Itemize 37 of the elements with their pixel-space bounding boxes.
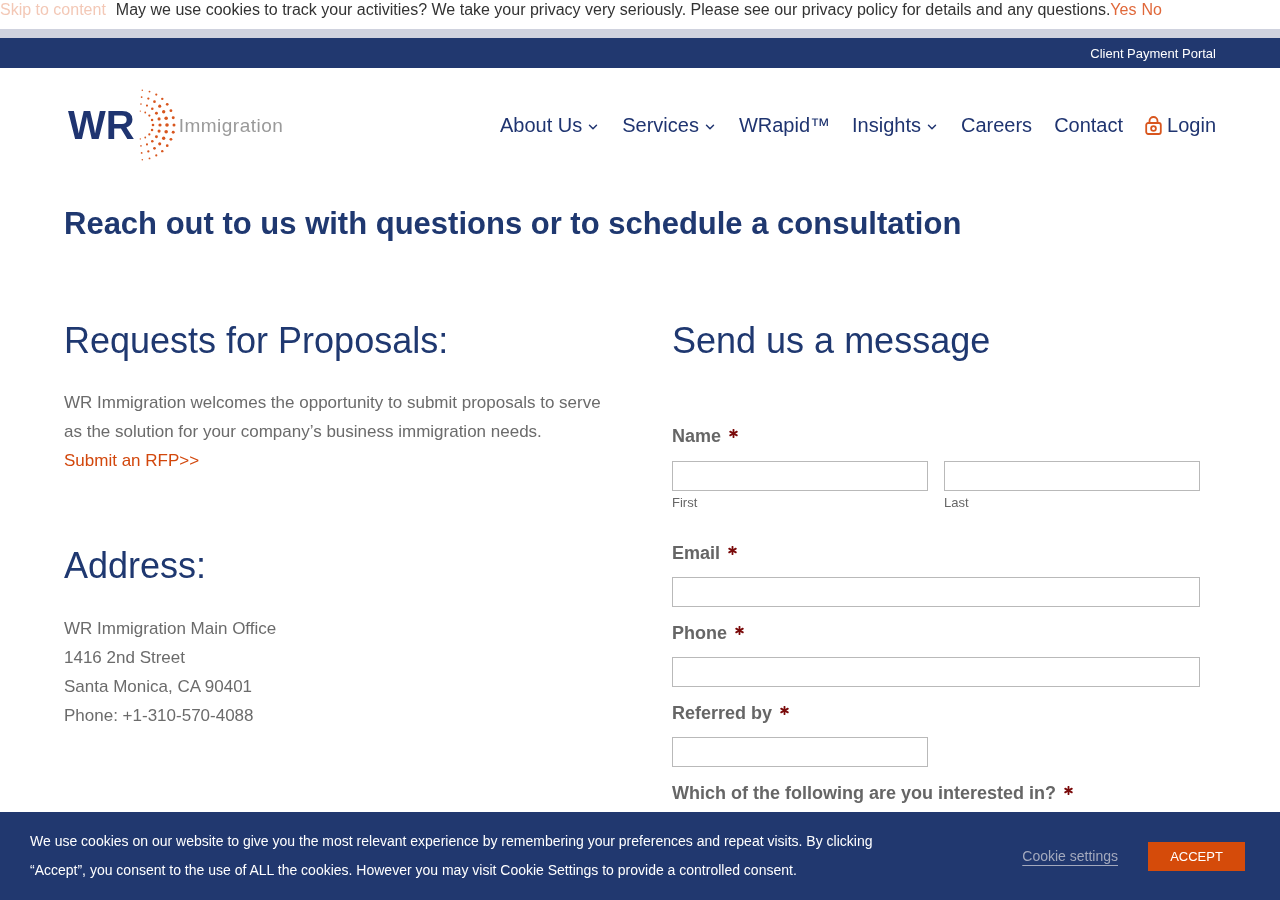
lock-icon xyxy=(1145,115,1163,135)
field-sublabel: First xyxy=(672,496,698,510)
field-label: Name xyxy=(672,425,722,448)
logo-text: Immigration xyxy=(178,115,284,135)
logo-mark: WR xyxy=(68,105,135,145)
text-field[interactable] xyxy=(672,577,1200,607)
field-label: Email xyxy=(672,542,721,565)
text-field[interactable] xyxy=(672,737,928,767)
field-label: Phone xyxy=(672,622,727,645)
field-label: Referred by xyxy=(672,702,773,725)
field-label: Which of the following are you interested in? xyxy=(672,782,1056,805)
payment-portal-link[interactable]: Client Payment Portal xyxy=(1090,46,1216,60)
address-line: 1416 2nd Street xyxy=(64,647,185,669)
address-line: WR Immigration Main Office xyxy=(64,618,277,640)
nav-menu-link[interactable]: Insights xyxy=(852,115,939,135)
nav-link[interactable]: WRapid™ xyxy=(738,115,831,135)
cookie-settings-link[interactable]: Cookie settings xyxy=(1022,845,1118,867)
field-sublabel: Last xyxy=(944,496,969,510)
page-headline: Reach out to us with questions or to schedule a consultation xyxy=(64,206,962,242)
address-line: Santa Monica, CA 90401 xyxy=(64,676,253,698)
section-heading: Address: xyxy=(64,544,207,588)
nav-menu-link[interactable]: About Us xyxy=(499,115,601,135)
accept-button[interactable]: ACCEPT xyxy=(1148,841,1245,871)
proposal-text: WR Immigration welcomes the opportunity to submit proposals to serve as the solution for your company’s business immigration needs. xyxy=(64,392,602,443)
cookie-notice-text: May we use cookies to track your activities? We take your privacy very seriously. Please see our privacy policy for details and any questions. xyxy=(115,2,1111,18)
login-link[interactable]: Login xyxy=(1145,115,1216,135)
text-field[interactable] xyxy=(672,657,1200,687)
nav-menu-link[interactable]: Services xyxy=(622,115,717,135)
section-heading: Requests for Proposals: xyxy=(64,319,449,363)
text-field[interactable] xyxy=(944,461,1200,491)
address-line: Phone: +1-310-570-4088 xyxy=(64,705,254,727)
nav-link[interactable]: Contact xyxy=(1054,115,1124,135)
rfp-link[interactable]: Submit an RFP>> xyxy=(64,446,200,475)
nav-link[interactable]: Careers xyxy=(961,115,1033,135)
text-field[interactable] xyxy=(672,461,928,491)
cookie-banner-text: We use cookies on our website to give you the most relevant experience by remembering your preferences and repeat visits. By clicking “Accept”, you consent to the use of ALL the cookies. However you may visit Cookie Settings to provide a controlled consent. xyxy=(30,832,874,880)
section-heading: Send us a message xyxy=(672,319,991,363)
